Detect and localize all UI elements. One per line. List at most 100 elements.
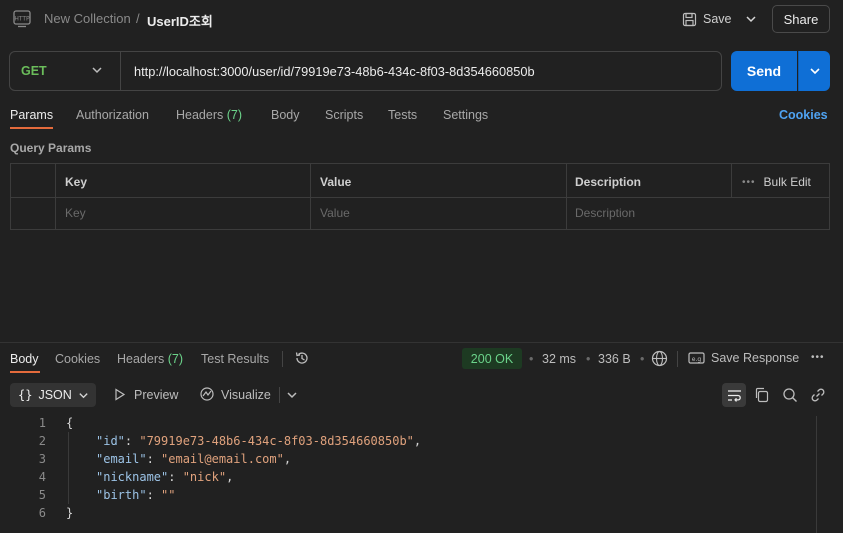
visualize-icon xyxy=(199,386,215,402)
line-number: 4 xyxy=(38,470,46,484)
toolbar-separator xyxy=(279,387,280,403)
tab-tests[interactable]: Tests xyxy=(388,108,417,122)
tab-authorization[interactable]: Authorization xyxy=(76,108,149,122)
chevron-down-icon xyxy=(78,390,89,401)
meta-separator: • xyxy=(586,352,591,366)
tab-headers[interactable]: Headers (7) xyxy=(176,108,242,122)
code-text: } xyxy=(66,506,74,520)
format-selector[interactable]: {} JSON xyxy=(10,383,96,407)
json-comma: , xyxy=(226,470,234,484)
line-number: 1 xyxy=(38,416,46,430)
headers-count: (7) xyxy=(226,108,243,122)
response-time[interactable]: 32 ms xyxy=(542,352,576,366)
save-icon xyxy=(682,12,697,27)
save-button[interactable]: Save xyxy=(678,6,738,32)
table-row-divider xyxy=(11,197,829,198)
svg-text:HTTP: HTTP xyxy=(14,16,30,23)
method-selector[interactable]: GET xyxy=(21,64,47,78)
save-response-icon: e.g xyxy=(688,351,705,365)
breadcrumb-collection[interactable]: New Collection xyxy=(44,11,131,26)
link-icon[interactable] xyxy=(810,387,826,403)
response-tab-headers-label: Headers xyxy=(117,352,165,366)
url-input[interactable]: http://localhost:3000/user/id/79919e73-4… xyxy=(134,64,535,79)
history-icon[interactable] xyxy=(294,350,310,366)
tab-params[interactable]: Params xyxy=(10,108,53,122)
chevron-down-icon[interactable] xyxy=(286,389,298,401)
scrollbar-track[interactable] xyxy=(816,416,817,533)
json-comma: , xyxy=(413,434,422,448)
tab-scripts[interactable]: Scripts xyxy=(325,108,363,122)
bulk-edit-button[interactable]: ••• Bulk Edit xyxy=(742,175,811,189)
column-header-value: Value xyxy=(320,175,352,189)
pane-divider[interactable] xyxy=(0,342,843,343)
code-text: "id": "79919e73-48b6-434c-8f03-8d3546608… xyxy=(96,434,422,448)
active-tab-indicator xyxy=(10,371,40,373)
visualize-button[interactable]: Visualize xyxy=(221,388,271,402)
save-response-button[interactable]: e.g Save Response xyxy=(688,351,799,365)
meta-separator: • xyxy=(640,352,645,366)
response-tab-body[interactable]: Body xyxy=(10,352,39,366)
response-tab-headers[interactable]: Headers (7) xyxy=(117,352,183,366)
svg-text:e.g: e.g xyxy=(692,356,702,363)
code-text: "birth": "" xyxy=(96,488,176,502)
column-divider xyxy=(310,164,311,229)
http-request-icon: HTTP xyxy=(12,9,32,29)
play-icon xyxy=(114,388,126,401)
more-icon: ••• xyxy=(742,176,756,188)
json-key: "birth" xyxy=(96,488,147,502)
save-response-label: Save Response xyxy=(711,351,800,365)
meta-separator: • xyxy=(529,352,534,366)
json-key: "nickname" xyxy=(96,470,169,484)
line-number: 6 xyxy=(38,506,46,520)
share-button[interactable]: Share xyxy=(772,5,830,33)
status-badge[interactable]: 200 OK xyxy=(462,348,522,369)
json-value: "79919e73-48b6-434c-8f03-8d354660850b" xyxy=(139,434,414,448)
save-options-button[interactable] xyxy=(740,6,762,32)
line-number: 5 xyxy=(38,488,46,502)
response-size[interactable]: 336 B xyxy=(598,352,631,366)
column-header-key: Key xyxy=(65,175,88,189)
toolbar-separator xyxy=(282,351,283,367)
chevron-down-icon xyxy=(745,13,757,25)
json-key: "id" xyxy=(96,434,125,448)
preview-button[interactable]: Preview xyxy=(134,388,178,402)
response-tab-cookies[interactable]: Cookies xyxy=(55,352,100,366)
copy-icon[interactable] xyxy=(754,387,769,403)
send-options-button[interactable] xyxy=(798,51,830,91)
toolbar-separator xyxy=(677,351,678,367)
query-params-title: Query Params xyxy=(10,141,92,155)
param-value-input[interactable]: Value xyxy=(320,206,350,220)
param-description-input[interactable]: Description xyxy=(575,206,635,220)
wrap-icon xyxy=(727,389,742,402)
code-text: "email": "email@email.com", xyxy=(96,452,292,466)
json-value: "email@email.com" xyxy=(161,452,284,466)
request-name[interactable]: UserID조회 xyxy=(147,11,213,30)
search-icon[interactable] xyxy=(782,387,798,403)
indent-guide xyxy=(68,432,69,504)
json-comma: , xyxy=(283,452,292,466)
json-key: "email" xyxy=(96,452,147,466)
code-text: "nickname": "nick", xyxy=(96,470,234,484)
braces-icon: {} xyxy=(18,388,33,402)
json-value: "nick" xyxy=(182,470,227,484)
column-divider xyxy=(566,164,567,229)
chevron-down-icon[interactable] xyxy=(90,63,104,77)
cookies-link[interactable]: Cookies xyxy=(779,108,828,122)
url-divider xyxy=(120,52,121,90)
column-divider xyxy=(731,164,732,197)
more-options-icon[interactable]: ••• xyxy=(811,352,825,363)
bulk-edit-label: Bulk Edit xyxy=(763,175,811,189)
param-key-input[interactable]: Key xyxy=(65,206,86,220)
breadcrumb-separator: / xyxy=(136,11,140,26)
send-button[interactable]: Send xyxy=(731,51,797,91)
tab-settings[interactable]: Settings xyxy=(443,108,488,122)
response-tab-test-results[interactable]: Test Results xyxy=(201,352,269,366)
chevron-down-icon xyxy=(808,64,822,78)
query-params-table: Key Value Description ••• Bulk Edit Key … xyxy=(10,163,830,230)
json-value: "" xyxy=(161,488,176,502)
line-number: 2 xyxy=(38,434,46,448)
globe-icon[interactable] xyxy=(651,350,668,367)
tab-body[interactable]: Body xyxy=(271,108,300,122)
wrap-lines-button[interactable] xyxy=(722,383,746,407)
line-number: 3 xyxy=(38,452,46,466)
